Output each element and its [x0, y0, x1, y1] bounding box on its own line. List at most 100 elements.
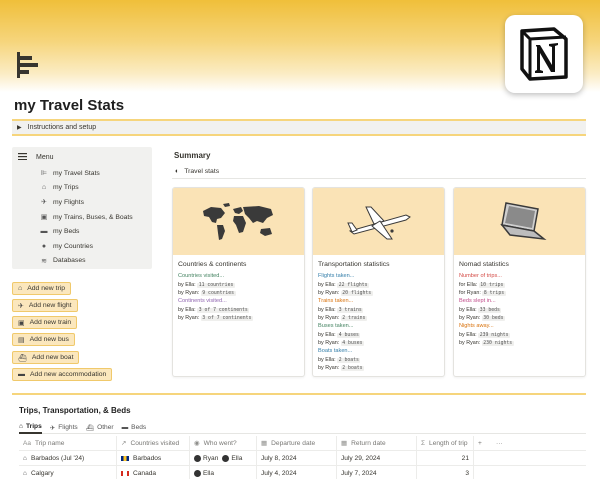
departure-date: July 4, 2024	[261, 469, 297, 477]
stat-label: Continents visited...	[178, 298, 227, 304]
map-pin-icon: ●	[41, 242, 47, 250]
bed-icon: ▬	[121, 424, 129, 431]
add-new-flight-button[interactable]: ✈ Add new flight	[12, 299, 78, 312]
empty-cell	[492, 466, 510, 479]
column-header-length[interactable]: Σ Length of trip	[417, 435, 474, 451]
toggle-triangle-icon[interactable]: ▶	[17, 124, 22, 131]
airplane-illustration	[313, 188, 444, 255]
card-title: Transportation statistics	[318, 261, 390, 268]
button-label: Add new flight	[28, 302, 72, 309]
column-label: Departure date	[271, 439, 316, 447]
tab-trips[interactable]: ⌂ Trips	[19, 422, 42, 434]
stat-label: Nights away...	[459, 323, 494, 329]
who-cell[interactable]: Ryan Ella	[190, 450, 257, 466]
stat-value: 33 beds	[478, 307, 502, 313]
menu-title: Menu	[36, 154, 54, 161]
stat-label: Countries visited...	[178, 273, 225, 279]
return-cell[interactable]: July 29, 2024	[337, 450, 417, 466]
stat-who: by Ryan:	[318, 290, 340, 296]
instructions-toggle[interactable]: ▶ Instructions and setup	[12, 119, 586, 136]
stat-who: by Ella:	[318, 331, 336, 338]
suitcase-icon: ⌂	[41, 184, 47, 192]
table-row[interactable]: ⌂ Barbados (Jul '24) Barbados Ryan Ella J…	[19, 450, 586, 466]
stack-icon: ≋	[41, 257, 47, 265]
stat-value: 11 countries	[197, 282, 235, 288]
stat-value: 3 trains	[337, 307, 364, 313]
menu-item-beds[interactable]: ▬ my Beds	[18, 224, 146, 239]
stat-row: for Ryan: 8 trips	[459, 290, 580, 296]
add-column-button[interactable]: +	[474, 436, 492, 451]
stat-who: by Ryan:	[318, 365, 340, 371]
avatar	[194, 454, 201, 462]
tab-other[interactable]: ⛴ Other	[86, 422, 114, 434]
tab-label: Beds	[131, 424, 147, 431]
add-new-accommodation-button[interactable]: ▬ Add new accommodation	[12, 368, 113, 381]
menu-icon	[18, 153, 28, 162]
button-label: Add new accommodation	[30, 371, 107, 378]
menu-item-label: my Travel Stats	[53, 169, 100, 177]
column-header-who[interactable]: ◉ Who went?	[190, 435, 257, 451]
tab-beds[interactable]: ▬ Beds	[122, 422, 147, 434]
departure-cell[interactable]: July 8, 2024	[257, 450, 337, 466]
trip-name-cell[interactable]: ⌂ Calgary	[19, 465, 117, 479]
column-header-trip-name[interactable]: Aa Trip name	[19, 435, 117, 451]
column-header-departure[interactable]: ▦ Departure date	[257, 435, 337, 451]
menu-item-databases[interactable]: ≋ Databases	[18, 254, 146, 269]
trip-length: 21	[461, 454, 469, 462]
stat-row: by Ella: 4 buses	[318, 332, 439, 338]
card-title: Nomad statistics	[459, 261, 509, 268]
button-label: Add new bus	[29, 336, 69, 343]
length-cell[interactable]: 3	[417, 465, 474, 479]
person-name: Ryan	[203, 454, 219, 462]
relation-icon: ↗	[121, 440, 127, 447]
avatar	[222, 454, 230, 462]
trip-name-cell[interactable]: ⌂ Barbados (Jul '24)	[19, 450, 117, 466]
more-icon: ···	[496, 439, 503, 447]
tab-flights[interactable]: ✈ Flights	[50, 422, 78, 434]
add-new-boat-button[interactable]: ⛴ Add new boat	[12, 351, 80, 364]
stat-value: 10 trips	[478, 282, 505, 288]
toggle-label: Instructions and setup	[27, 124, 97, 131]
tab-travel-stats[interactable]: ◐ Travel stats	[172, 165, 586, 179]
add-new-train-button[interactable]: ▣ Add new train	[12, 316, 78, 329]
airplane-icon: ✈	[41, 199, 47, 207]
card-nomad-statistics[interactable]: Nomad statistics Number of trips... for …	[453, 187, 586, 377]
country-cell[interactable]: Barbados	[117, 450, 190, 466]
menu-item-trains-buses-boats[interactable]: ▣ my Trains, Buses, & Boats	[18, 210, 146, 225]
return-cell[interactable]: July 7, 2024	[337, 465, 417, 479]
add-new-bus-button[interactable]: ▤ Add new bus	[12, 333, 75, 346]
column-header-countries[interactable]: ↗ Countries visited	[117, 435, 190, 451]
who-cell[interactable]: Ella	[190, 465, 257, 479]
departure-cell[interactable]: July 4, 2024	[257, 465, 337, 479]
stat-row: by Ella: 2 boats	[318, 357, 439, 363]
card-transportation-statistics[interactable]: Transportation statistics Flights taken.…	[312, 187, 445, 377]
stat-value: 2 boats	[337, 357, 361, 363]
column-label: Countries visited	[130, 439, 180, 447]
stat-who: by Ella:	[459, 331, 477, 338]
more-options-button[interactable]: ···	[492, 436, 510, 451]
column-label: Length of trip	[429, 439, 468, 447]
stat-row: by Ryan: 9 countries	[178, 290, 299, 296]
menu-item-countries[interactable]: ● my Countries	[18, 239, 146, 254]
country-cell[interactable]: Canada	[117, 465, 190, 479]
card-title: Countries & continents	[178, 261, 247, 268]
column-label: Who went?	[203, 439, 237, 447]
stat-label: Flights taken...	[318, 273, 355, 279]
airplane-icon: ✈	[49, 424, 56, 432]
trip-name: Barbados (Jul '24)	[30, 454, 85, 462]
loading-ring-icon: ◐	[175, 168, 180, 175]
return-date: July 29, 2024	[341, 454, 381, 462]
length-cell[interactable]: 21	[417, 450, 474, 466]
add-new-trip-button[interactable]: ⌂ Add new trip	[12, 282, 72, 295]
menu-item-trips[interactable]: ⌂ my Trips	[18, 181, 146, 196]
table-row[interactable]: ⌂ Calgary Canada Ella July 4, 2024 July 7…	[19, 465, 586, 479]
suitcase-icon: ⌂	[23, 454, 27, 462]
column-header-return[interactable]: ▦ Return date	[337, 435, 417, 451]
card-countries-continents[interactable]: Countries & continents Countries visited…	[172, 187, 305, 377]
trips-table: Aa Trip name ↗ Countries visited ◉ Who went…	[19, 435, 586, 479]
menu-item-travel-stats[interactable]: ⊫ my Travel Stats	[18, 166, 146, 181]
menu-item-label: my Beds	[53, 228, 80, 236]
bed-icon: ▬	[40, 228, 48, 236]
stat-label: Trains taken...	[318, 298, 354, 304]
menu-item-flights[interactable]: ✈ my Flights	[18, 195, 146, 210]
